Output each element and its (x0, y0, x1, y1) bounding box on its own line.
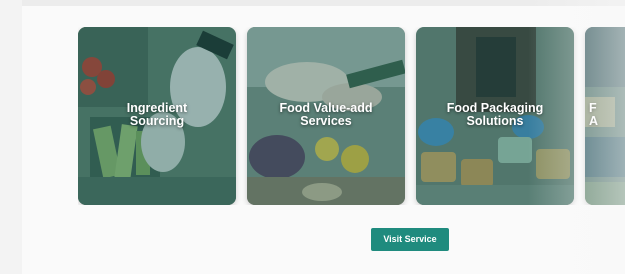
services-carousel: Ingredient Sourcing Food Value-add Servi… (78, 27, 625, 205)
visit-service-button[interactable]: Visit Service (371, 228, 449, 251)
service-card-title: Ingredient Sourcing (126, 101, 188, 128)
service-card-food-value-add[interactable]: Food Value-add Services (247, 27, 405, 205)
service-card-food-packaging[interactable]: Food Packaging Solutions (416, 27, 574, 205)
service-card-title: F A (589, 101, 599, 128)
service-card-title: Food Packaging Solutions (446, 101, 544, 128)
top-divider (22, 0, 625, 6)
service-card-partial[interactable]: F A (585, 27, 625, 205)
service-card-title: Food Value-add Services (279, 101, 373, 128)
page: Ingredient Sourcing Food Value-add Servi… (0, 0, 625, 274)
service-card-ingredient-sourcing[interactable]: Ingredient Sourcing (78, 27, 236, 205)
